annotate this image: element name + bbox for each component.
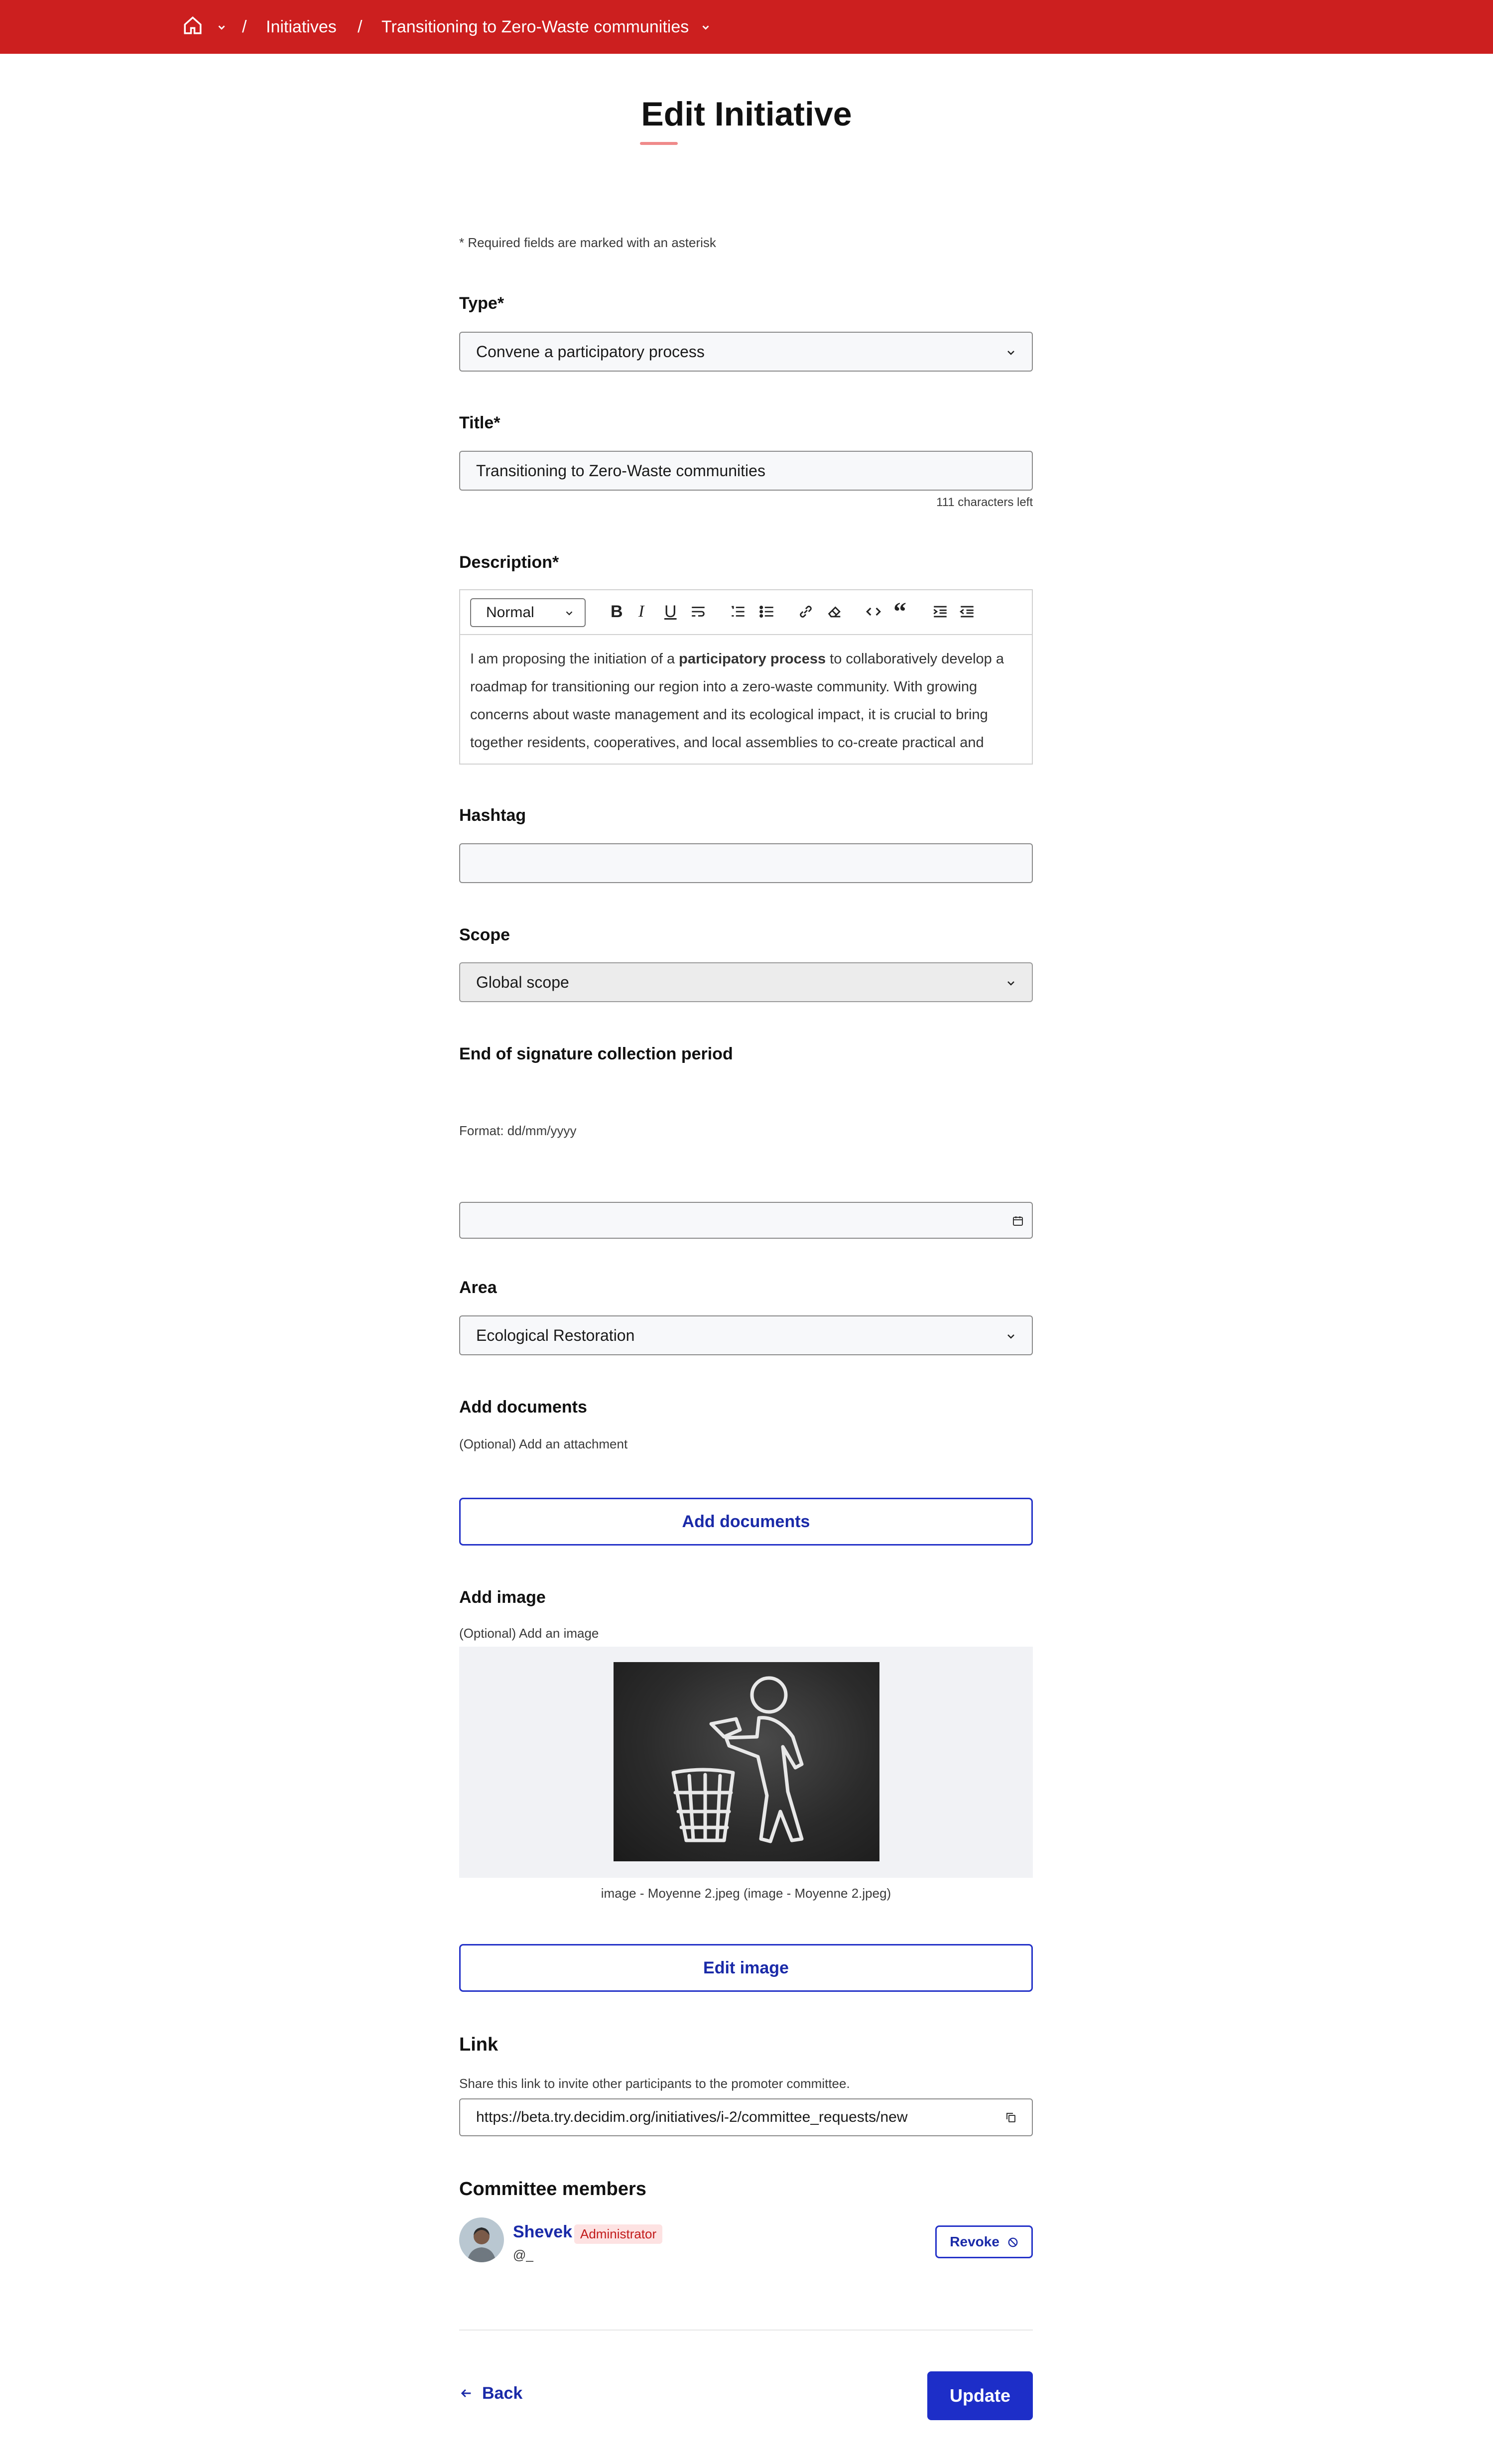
area-label: Area	[459, 1278, 497, 1297]
member-name[interactable]: Shevek	[513, 2222, 572, 2242]
bullet-list-icon[interactable]	[758, 603, 776, 620]
code-icon[interactable]	[865, 603, 882, 620]
avatar	[459, 2217, 504, 2262]
form-divider	[459, 2330, 1033, 2331]
title-input[interactable]: Transitioning to Zero-Waste communities	[459, 451, 1033, 491]
type-select-value: Convene a participatory process	[476, 343, 705, 361]
chevron-down-icon	[1007, 981, 1014, 986]
top-navigation-bar: / Initiatives / Transitioning to Zero-Wa…	[0, 0, 1493, 54]
scope-select-value: Global scope	[476, 973, 569, 991]
link-hint: Share this link to invite other particip…	[459, 2076, 850, 2091]
area-select-value: Ecological Restoration	[476, 1326, 635, 1344]
type-label: Type*	[459, 294, 504, 313]
description-text: I am proposing the initiation of a	[470, 651, 679, 667]
hashtag-label: Hashtag	[459, 806, 526, 825]
calendar-icon[interactable]	[1012, 1215, 1024, 1227]
text-format-select[interactable]: Normal	[470, 598, 586, 627]
indent-icon[interactable]	[931, 603, 949, 620]
committee-link-field[interactable]: https://beta.try.decidim.org/initiatives…	[459, 2098, 1033, 2136]
italic-icon[interactable]: I	[638, 602, 644, 621]
chevron-down-icon	[1007, 351, 1014, 355]
committee-link-value: https://beta.try.decidim.org/initiatives…	[476, 2109, 908, 2125]
scope-label: Scope	[459, 925, 510, 944]
link-heading: Link	[459, 2034, 498, 2055]
hard-break-icon[interactable]	[689, 603, 707, 620]
ban-icon	[1008, 2237, 1018, 2247]
title-underline	[640, 142, 678, 145]
title-char-counter: 111 characters left	[936, 496, 1033, 509]
back-label: Back	[482, 2384, 523, 2403]
type-select[interactable]: Convene a participatory process	[459, 332, 1033, 372]
eraser-icon[interactable]	[826, 603, 844, 620]
required-note: * Required fields are marked with an ast…	[459, 235, 716, 250]
member-nickname: @_	[513, 2247, 533, 2262]
outdent-icon[interactable]	[958, 603, 976, 620]
member-role-badge: Administrator	[574, 2224, 663, 2244]
ordered-list-icon[interactable]	[729, 603, 747, 620]
date-format-hint: Format: dd/mm/yyyy	[459, 1123, 577, 1138]
breadcrumb-initiatives[interactable]: Initiatives	[266, 0, 337, 54]
image-caption: image - Moyenne 2.jpeg (image - Moyenne …	[601, 1886, 891, 1901]
underline-icon[interactable]: U	[664, 602, 677, 622]
committee-heading: Committee members	[459, 2179, 646, 2200]
chevron-down-icon[interactable]	[216, 22, 227, 33]
add-documents-button[interactable]: Add documents	[459, 1498, 1033, 1546]
editor-toolbar: Normal B I U “	[460, 590, 1032, 635]
signature-end-date-input[interactable]	[459, 1202, 1033, 1239]
image-label: Add image	[459, 1588, 546, 1607]
chevron-down-icon[interactable]	[700, 22, 711, 33]
arrow-left-icon	[461, 2389, 471, 2398]
description-content[interactable]: I am proposing the initiation of a parti…	[470, 645, 1023, 757]
area-select[interactable]: Ecological Restoration	[459, 1315, 1033, 1355]
image-hint: (Optional) Add an image	[459, 1626, 599, 1641]
page-title: Edit Initiative	[641, 95, 852, 133]
title-label: Title*	[459, 413, 500, 432]
chevron-down-icon	[1007, 1334, 1014, 1339]
uploaded-image-preview	[614, 1662, 879, 1861]
documents-hint: (Optional) Add an attachment	[459, 1436, 628, 1451]
documents-label: Add documents	[459, 1398, 587, 1417]
signature-end-label: End of signature collection period	[459, 1044, 733, 1063]
text-format-value: Normal	[486, 604, 534, 621]
breadcrumb-separator: /	[358, 17, 363, 36]
link-icon[interactable]	[797, 603, 815, 620]
revoke-button[interactable]: Revoke	[935, 2225, 1033, 2258]
description-editor[interactable]: Normal B I U “ I am proposing the initia…	[459, 589, 1033, 765]
revoke-button-label: Revoke	[950, 2234, 999, 2249]
update-button[interactable]: Update	[927, 2371, 1033, 2420]
back-button[interactable]: Back	[459, 2384, 522, 2403]
copy-icon[interactable]	[1005, 2111, 1017, 2123]
hashtag-input[interactable]	[459, 843, 1033, 883]
breadcrumb-separator: /	[242, 17, 247, 36]
edit-image-button[interactable]: Edit image	[459, 1944, 1033, 1992]
home-icon[interactable]	[182, 15, 203, 36]
blockquote-icon[interactable]: “	[893, 597, 906, 627]
description-bold-text: participatory process	[679, 651, 826, 667]
scope-select: Global scope	[459, 962, 1033, 1002]
breadcrumb-current[interactable]: Transitioning to Zero-Waste communities	[381, 0, 689, 54]
description-label: Description*	[459, 553, 559, 572]
bold-icon[interactable]: B	[611, 602, 623, 622]
chevron-down-icon	[566, 611, 573, 616]
